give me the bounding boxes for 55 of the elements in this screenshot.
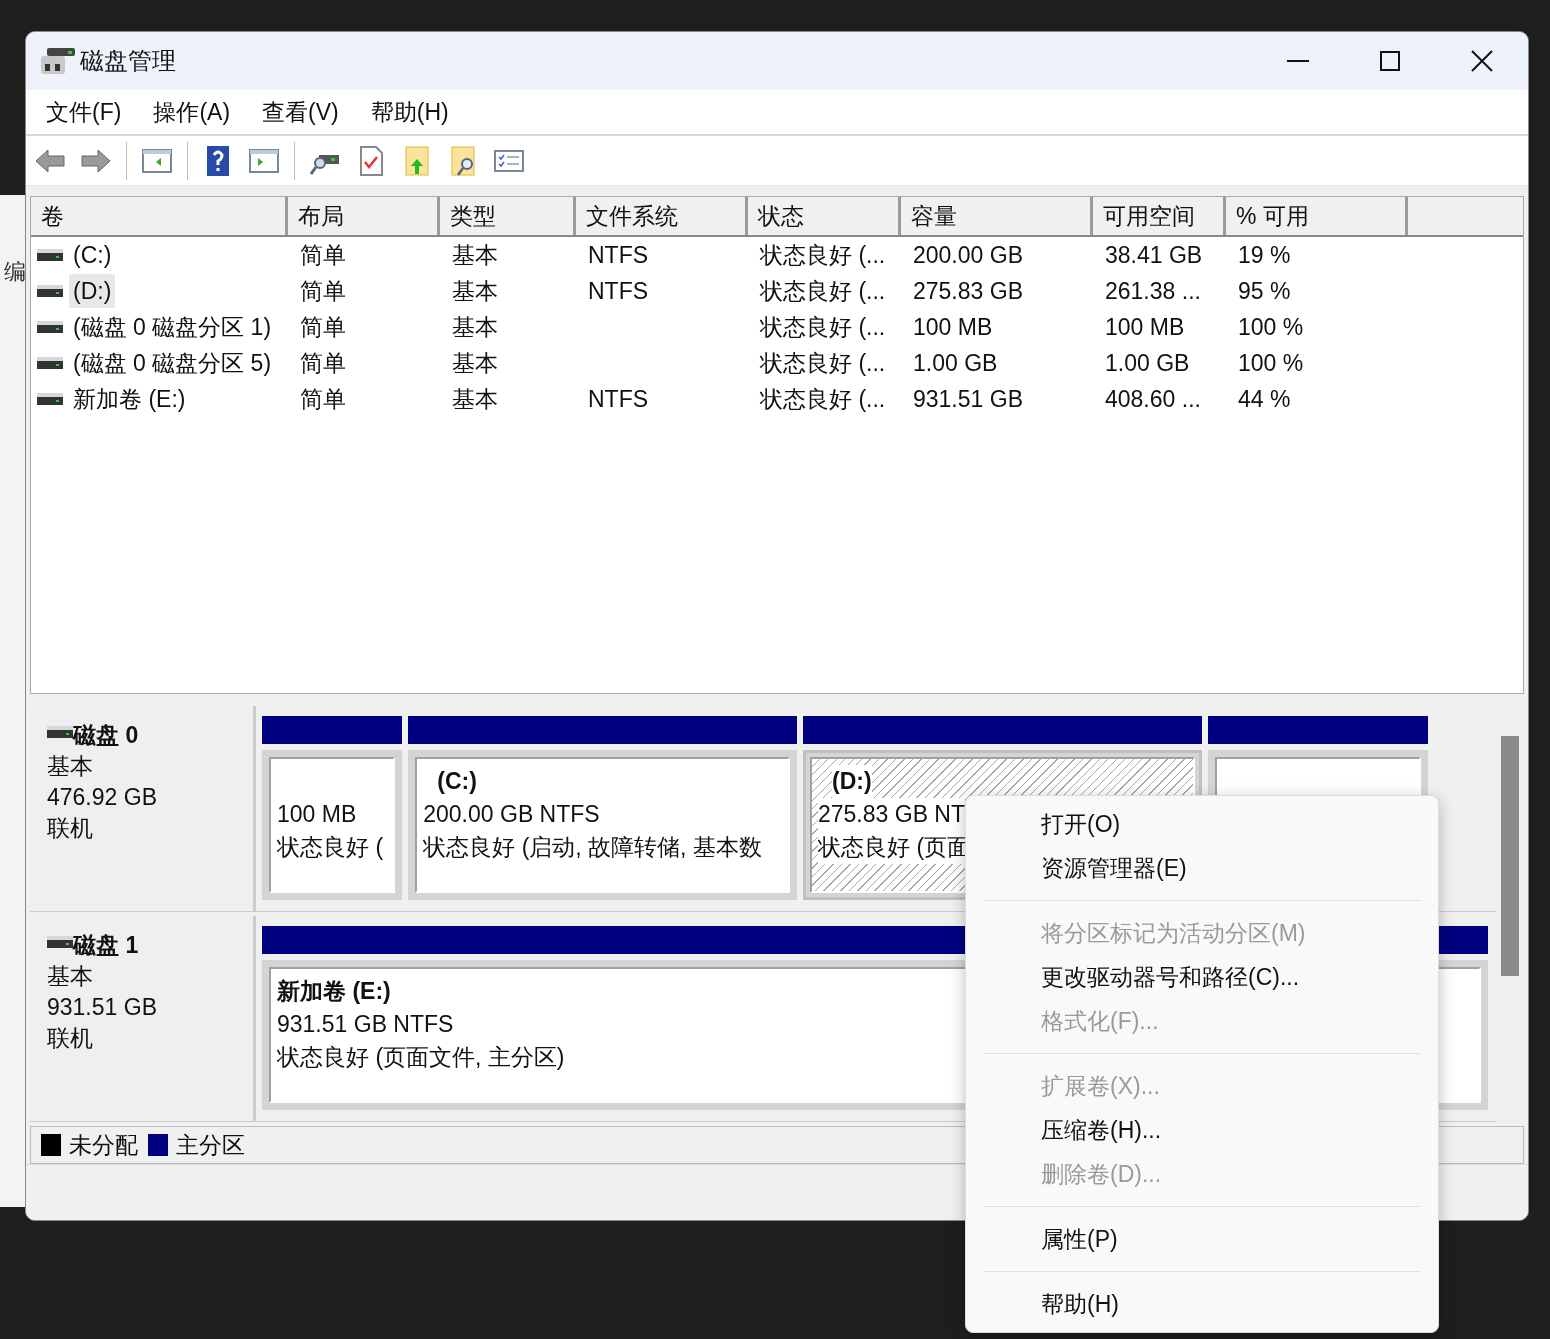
table-cell-text: 95 % — [1238, 276, 1291, 306]
background-text: 编 — [3, 258, 27, 286]
table-cell-text: 261.38 ... — [1105, 276, 1201, 306]
partition-name: 新加卷 (E:) — [277, 977, 391, 1006]
table-cell-text: 100 MB — [1105, 312, 1185, 342]
disk-size: 476.92 GB — [47, 783, 158, 812]
table-cell-text: 状态良好 (... — [760, 348, 886, 378]
partition-status: 状态良好 ( — [277, 833, 384, 862]
disk-status: 联机 — [47, 814, 94, 843]
table-cell-text: 状态良好 (... — [760, 240, 886, 270]
table-cell-text: 100 MB — [913, 312, 993, 342]
table-cell-text: 100 % — [1238, 312, 1304, 342]
partition-size: 100 MB — [277, 800, 357, 829]
table-cell-text: 简单 — [300, 240, 346, 270]
legend-label: 未分配 — [69, 1130, 138, 1160]
partition-status: 状态良好 (启动, 故障转储, 基本数 — [423, 833, 762, 862]
disk-size: 931.51 GB — [47, 993, 158, 1022]
disk-status: 联机 — [47, 1024, 94, 1053]
disk-type: 基本 — [47, 752, 94, 781]
table-cell-text: 38.41 GB — [1105, 240, 1203, 270]
table-cell-text: 931.51 GB — [913, 384, 1023, 414]
table-cell-text: 简单 — [300, 312, 346, 342]
partition-size: 275.83 GB NT — [818, 798, 966, 831]
table-cell-text: 100 % — [1238, 348, 1304, 378]
partition-name: (D:) — [832, 765, 872, 798]
disk-name: 磁盘 1 — [73, 931, 139, 960]
table-cell-text: 408.60 ... — [1105, 384, 1201, 414]
partition-status: 状态良好 (页面文件, 主分区) — [277, 1043, 565, 1072]
partition-name: (C:) — [437, 767, 477, 796]
table-cell-text: 基本 — [452, 312, 498, 342]
table-cell-text: NTFS — [588, 384, 649, 414]
window-title: 磁盘管理 — [80, 46, 176, 76]
table-cell-text: 19 % — [1238, 240, 1291, 270]
table-cell-text: 状态良好 (... — [760, 312, 886, 342]
table-cell-text: 基本 — [452, 348, 498, 378]
disk-name: 磁盘 0 — [73, 721, 139, 750]
table-cell-text: 基本 — [452, 384, 498, 414]
disk-type: 基本 — [47, 962, 94, 991]
table-cell-text: 200.00 GB — [913, 240, 1023, 270]
table-cell-text: 简单 — [300, 384, 346, 414]
table-cell-text: 275.83 GB — [913, 276, 1023, 306]
table-cell-text: 基本 — [452, 276, 498, 306]
table-cell-text: 1.00 GB — [1105, 348, 1190, 378]
table-cell-text: 简单 — [300, 276, 346, 306]
partition-size: 200.00 GB NTFS — [423, 800, 600, 829]
table-cell-text: NTFS — [588, 276, 649, 306]
table-cell-text: 1.00 GB — [913, 348, 998, 378]
legend-label: 主分区 — [176, 1130, 245, 1160]
table-cell-text: 状态良好 (... — [760, 384, 886, 414]
table-cell-text: 简单 — [300, 348, 346, 378]
partition-size: 931.51 GB NTFS — [277, 1010, 454, 1039]
table-cell-text: NTFS — [588, 240, 649, 270]
table-cell-text: 44 % — [1238, 384, 1291, 414]
table-cell-text: 状态良好 (... — [760, 276, 886, 306]
table-cell-text: 基本 — [452, 240, 498, 270]
